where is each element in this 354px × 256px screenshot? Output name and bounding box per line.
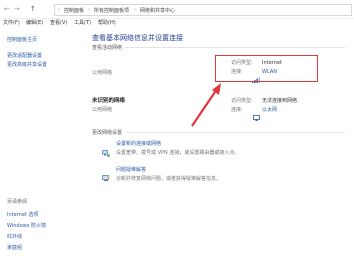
page-title: 查看基本网络信息并设置连接 bbox=[92, 34, 183, 42]
chevron-right-icon: › bbox=[58, 7, 60, 13]
active-networks-label: 查看活动网络 bbox=[92, 45, 123, 51]
setup-connection-desc: 设置宽带、拨号或 VPN 连接；或设置路由器或接入点。 bbox=[116, 150, 240, 156]
network1-type: 公用网络 bbox=[92, 70, 113, 76]
menu-file[interactable]: 文件(F) bbox=[3, 19, 20, 26]
network2-type: 公用网络 bbox=[92, 107, 113, 113]
left-pane: 控制面板主页 更改适配器设置 更改高级共享设置 另请参阅 Internet 选项… bbox=[0, 28, 84, 256]
infrared-link[interactable]: 红外线 bbox=[7, 233, 22, 240]
divider bbox=[125, 132, 345, 133]
troubleshoot-link[interactable]: 问题疑难解答 bbox=[116, 167, 146, 173]
menu-bar: 文件(F) 编辑(E) 查看(V) 工具(T) 帮助(H) bbox=[0, 18, 354, 27]
change-settings-label: 更改网络设置 bbox=[92, 130, 123, 136]
change-sharing-settings-link[interactable]: 更改高级共享设置 bbox=[7, 61, 47, 68]
troubleshoot-desc: 诊断并修复网络问题，或者获得疑难解答信息。 bbox=[116, 176, 222, 182]
breadcrumb-control-panel[interactable]: 控制面板 bbox=[64, 7, 84, 14]
internet-options-link[interactable]: Internet 选项 bbox=[7, 211, 38, 218]
menu-tools[interactable]: 工具(T) bbox=[74, 19, 91, 26]
highlight-box bbox=[215, 55, 318, 82]
network2-access-type-label: 访问类型: bbox=[231, 98, 253, 104]
breadcrumb-network-center[interactable]: 网络和共享中心 bbox=[140, 7, 175, 14]
divider bbox=[125, 47, 345, 48]
chevron-right-icon: › bbox=[88, 7, 90, 13]
network2-connection-label: 连接: bbox=[231, 107, 243, 113]
back-arrow-icon[interactable]: ← bbox=[4, 5, 10, 13]
network-setup-icon bbox=[102, 142, 110, 157]
breadcrumb-all-items[interactable]: 所有控制面板项 bbox=[94, 7, 129, 14]
menu-edit[interactable]: 编辑(E) bbox=[26, 19, 43, 26]
homegroup-link[interactable]: 家庭组 bbox=[7, 244, 22, 251]
network2-access-type-value: 无法连接到网络 bbox=[262, 98, 298, 104]
menu-help[interactable]: 帮助(H) bbox=[98, 19, 116, 26]
windows-firewall-link[interactable]: Windows 防火墙 bbox=[7, 222, 46, 229]
see-also-title: 另请参阅 bbox=[7, 199, 28, 205]
setup-connection-link[interactable]: 设置新的连接或网络 bbox=[116, 141, 161, 147]
forward-arrow-icon[interactable]: → bbox=[14, 5, 20, 13]
up-arrow-icon[interactable]: ↑ bbox=[30, 5, 36, 13]
network2-name: 未识别的网络 bbox=[92, 98, 126, 104]
change-adapter-settings-link[interactable]: 更改适配器设置 bbox=[7, 52, 42, 59]
ethernet-connection-link[interactable]: 以太网 bbox=[262, 107, 277, 113]
red-arrow-annotation bbox=[191, 83, 221, 127]
address-bar: ← → ↑ › 控制面板 › 所有控制面板项 › 网络和共享中心 bbox=[0, 0, 354, 19]
breadcrumb[interactable]: › 控制面板 › 所有控制面板项 › 网络和共享中心 bbox=[54, 4, 352, 16]
menu-view[interactable]: 查看(V) bbox=[50, 19, 67, 26]
ethernet-icon bbox=[253, 106, 260, 121]
control-panel-home-link[interactable]: 控制面板主页 bbox=[7, 36, 37, 43]
troubleshoot-icon bbox=[102, 167, 110, 181]
chevron-right-icon: › bbox=[134, 7, 136, 13]
